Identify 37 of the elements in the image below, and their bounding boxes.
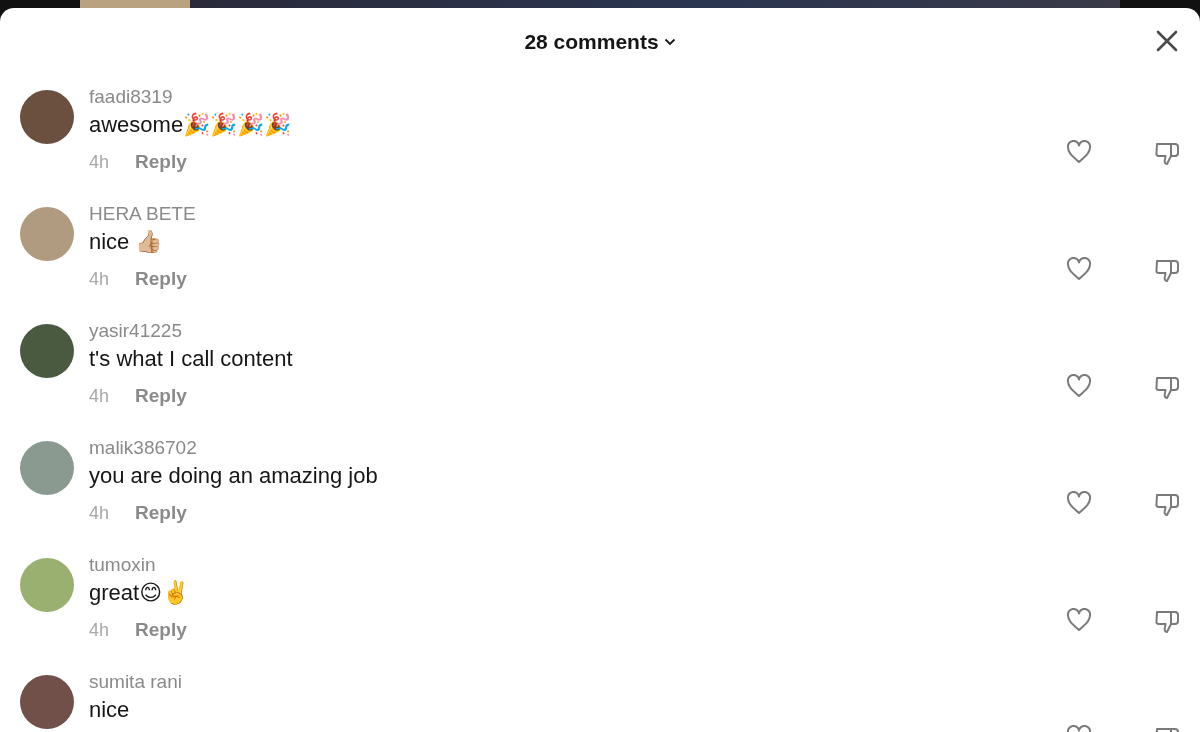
- username[interactable]: tumoxin: [89, 554, 156, 576]
- heart-icon[interactable]: [1066, 374, 1092, 398]
- heart-icon[interactable]: [1066, 608, 1092, 632]
- comment-time: 4h: [89, 502, 110, 524]
- comment-time: 4h: [89, 151, 110, 173]
- username[interactable]: HERA BETE: [89, 203, 196, 225]
- heart-icon[interactable]: [1066, 491, 1092, 515]
- comment-count-title[interactable]: 28 comments: [524, 30, 659, 54]
- avatar-circle[interactable]: [20, 324, 74, 378]
- comment-text: nice 👍🏼: [89, 228, 163, 256]
- username[interactable]: faadi8319: [89, 86, 173, 108]
- comment-text: you are doing an amazing job: [89, 462, 378, 490]
- username[interactable]: malik386702: [89, 437, 197, 459]
- avatar-circle[interactable]: [20, 90, 74, 144]
- comment-time: 4h: [89, 268, 110, 290]
- heart-icon[interactable]: [1066, 140, 1092, 164]
- reply-button[interactable]: Reply: [135, 619, 187, 641]
- reply-button[interactable]: Reply: [135, 151, 187, 173]
- thumbs-down-icon[interactable]: [1154, 491, 1180, 517]
- comment-time: 4h: [89, 385, 110, 407]
- comment-text: awesome🎉🎉🎉🎉: [89, 111, 292, 139]
- comment-text: t's what I call content: [89, 345, 293, 373]
- comment-text: nice: [89, 696, 130, 724]
- comment-text: great😊✌: [89, 579, 190, 607]
- thumbs-down-icon[interactable]: [1154, 140, 1180, 166]
- reply-button[interactable]: Reply: [135, 502, 187, 524]
- comment-time: 4h: [89, 619, 110, 641]
- username[interactable]: sumita rani: [89, 671, 182, 693]
- chevron-down-icon[interactable]: [663, 38, 676, 46]
- thumbs-down-icon[interactable]: [1154, 257, 1180, 283]
- thumbs-down-icon[interactable]: [1154, 608, 1180, 634]
- reply-button[interactable]: Reply: [135, 385, 187, 407]
- username[interactable]: yasir41225: [89, 320, 182, 342]
- heart-icon[interactable]: [1066, 257, 1092, 281]
- avatar-circle[interactable]: [20, 675, 74, 729]
- reply-button[interactable]: Reply: [135, 268, 187, 290]
- thumbs-down-icon[interactable]: [1154, 374, 1180, 400]
